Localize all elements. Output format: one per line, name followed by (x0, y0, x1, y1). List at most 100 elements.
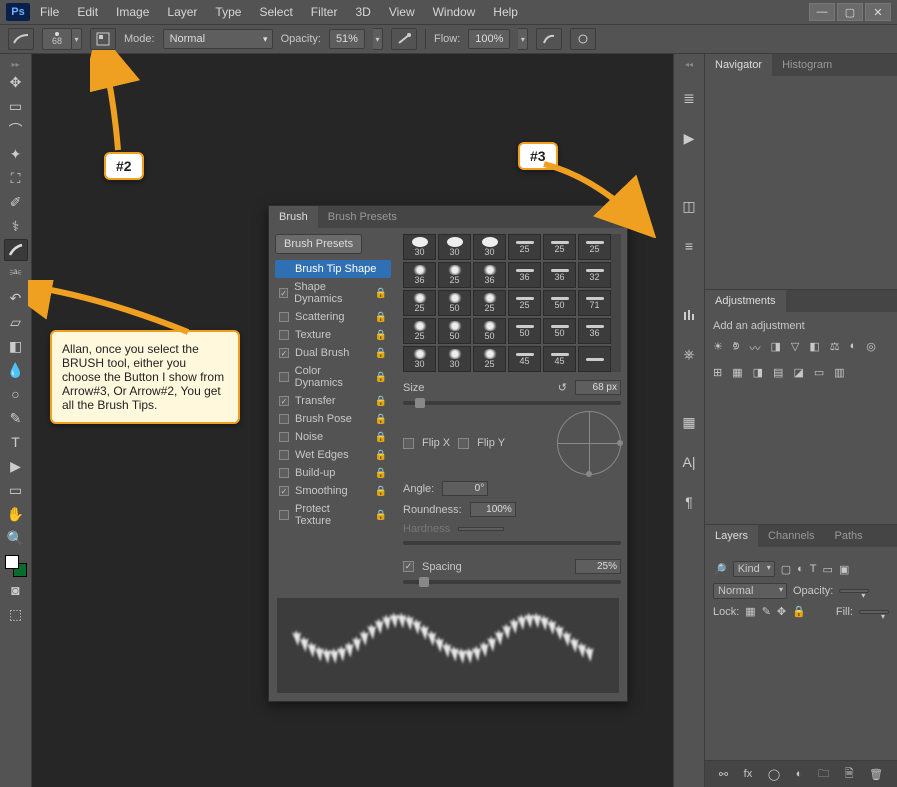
opacity-pressure-icon[interactable] (391, 28, 417, 50)
check-icon[interactable]: ✓ (279, 348, 289, 358)
screen-mode-icon[interactable]: ⬚ (4, 603, 28, 625)
posterize-icon[interactable]: ▤ (773, 366, 783, 379)
check-icon[interactable] (279, 372, 289, 382)
new-layer-icon[interactable]: 🗎 (845, 765, 854, 784)
check-icon[interactable] (279, 330, 289, 340)
brush-panel-icon[interactable] (677, 303, 701, 325)
collapse-right-icon[interactable]: ◂◂ (685, 60, 693, 69)
brush-option-scattering[interactable]: Scattering🔒 (275, 308, 391, 326)
brush-tip[interactable]: 25 (578, 234, 611, 260)
brush-tip[interactable]: 36 (403, 262, 436, 288)
healing-tool[interactable]: ⚕ (4, 215, 28, 237)
size-input[interactable]: 68 px (575, 380, 621, 395)
mode-select[interactable]: Normal (163, 29, 273, 49)
brush-preset-dropdown[interactable]: ▾ (72, 28, 82, 50)
brush-tip[interactable]: 25 (438, 262, 471, 288)
brush-option-noise[interactable]: Noise🔒 (275, 428, 391, 446)
channels-tab[interactable]: Channels (758, 525, 824, 547)
brush-tip[interactable]: 71 (578, 290, 611, 316)
brush-option-brush-pose[interactable]: Brush Pose🔒 (275, 410, 391, 428)
flipx-checkbox[interactable] (403, 438, 414, 449)
balance-icon[interactable]: ⚖ (830, 340, 840, 356)
marquee-tool[interactable]: ▭ (4, 95, 28, 117)
brush-tip[interactable]: 45 (508, 346, 541, 372)
brush-tip[interactable]: 50 (508, 318, 541, 344)
flow-dropdown[interactable]: ▾ (518, 28, 528, 50)
paragraph-icon[interactable]: ¶ (677, 491, 701, 513)
opacity-dropdown[interactable]: ▾ (373, 28, 383, 50)
eyedropper-tool[interactable]: ✐ (4, 191, 28, 213)
menu-help[interactable]: Help (493, 5, 518, 19)
check-icon[interactable] (279, 414, 289, 424)
crop-tool[interactable]: ⛶ (4, 167, 28, 189)
filter-adj-icon[interactable]: ◐ (797, 563, 804, 575)
brush-panel-toggle[interactable] (90, 28, 116, 50)
check-icon[interactable] (279, 312, 289, 322)
paths-tab[interactable]: Paths (825, 525, 873, 547)
brush-option-color-dynamics[interactable]: Color Dynamics🔒 (275, 362, 391, 392)
check-icon[interactable] (279, 510, 289, 520)
reset-size-icon[interactable]: ↺ (558, 381, 567, 394)
menu-image[interactable]: Image (116, 5, 149, 19)
layer-opacity-value[interactable] (839, 589, 869, 593)
invert-icon[interactable]: ◨ (753, 366, 763, 379)
brush-tip[interactable]: 25 (473, 346, 506, 372)
opacity-value[interactable]: 51% (329, 29, 365, 49)
roundness-input[interactable]: 100% (470, 502, 516, 517)
layers-tab[interactable]: Layers (705, 525, 758, 547)
brush-tip[interactable]: 30 (438, 346, 471, 372)
brush-option-texture[interactable]: Texture🔒 (275, 326, 391, 344)
brush-tool[interactable] (4, 239, 28, 261)
tool-preset-button[interactable] (8, 28, 34, 50)
brush-option-wet-edges[interactable]: Wet Edges🔒 (275, 446, 391, 464)
brush-tab[interactable]: Brush (269, 206, 318, 228)
menu-layer[interactable]: Layer (167, 5, 197, 19)
angle-control[interactable] (557, 411, 621, 475)
mixer-icon[interactable]: ⊞ (713, 366, 722, 379)
brush-tip[interactable]: 45 (543, 346, 576, 372)
link-icon[interactable]: ⚯ (719, 768, 728, 781)
brush-tip[interactable]: 36 (578, 318, 611, 344)
menu-edit[interactable]: Edit (77, 5, 98, 19)
lasso-tool[interactable]: ⌒ (4, 119, 28, 141)
brush-tip[interactable]: 50 (438, 290, 471, 316)
brush-tip[interactable]: 25 (508, 234, 541, 260)
navigator-tab[interactable]: Navigator (705, 54, 772, 76)
filter-pixel-icon[interactable]: ▢ (781, 563, 791, 576)
fill-adj-icon[interactable]: ◐ (796, 768, 803, 780)
fx-icon[interactable]: fx (744, 768, 753, 780)
brush-tip[interactable]: 25 (508, 290, 541, 316)
brush-tip[interactable]: 50 (543, 318, 576, 344)
brush-preset-picker[interactable]: 68 (42, 28, 72, 50)
history-icon[interactable]: ≣ (677, 87, 701, 109)
curves-icon[interactable]: 〰 (749, 340, 760, 356)
brush-tip[interactable]: 50 (438, 318, 471, 344)
history-brush-tool[interactable]: ↶ (4, 287, 28, 309)
check-icon[interactable]: ✓ (279, 288, 288, 298)
histogram-tab[interactable]: Histogram (772, 54, 842, 76)
menu-file[interactable]: File (40, 5, 59, 19)
maximize-button[interactable]: ▢ (837, 3, 863, 21)
threshold-icon[interactable]: ◪ (793, 366, 803, 379)
brush-option-build-up[interactable]: Build-up🔒 (275, 464, 391, 482)
brush-option-brush-tip-shape[interactable]: Brush Tip Shape (275, 260, 391, 278)
blur-tool[interactable]: 💧 (4, 359, 28, 381)
size-slider[interactable] (403, 401, 621, 405)
clone-source-icon[interactable]: ⎈ (677, 343, 701, 365)
menu-select[interactable]: Select (259, 5, 292, 19)
lookup-icon[interactable]: ▦ (732, 366, 742, 379)
selective-icon[interactable]: ▥ (834, 366, 844, 379)
brush-presets-button[interactable]: Brush Presets (275, 234, 362, 254)
panel-menu-icon[interactable]: ▾≡ (603, 206, 627, 228)
menu-type[interactable]: Type (215, 5, 241, 19)
brush-tip[interactable]: 25 (403, 318, 436, 344)
brush-tip[interactable]: 30 (403, 346, 436, 372)
eraser-tool[interactable]: ▱ (4, 311, 28, 333)
vibrance-icon[interactable]: ▽ (791, 340, 799, 356)
pen-tool[interactable]: ✎ (4, 407, 28, 429)
flow-value[interactable]: 100% (468, 29, 510, 49)
info-icon[interactable]: ≡ (677, 235, 701, 257)
brush-option-dual-brush[interactable]: ✓Dual Brush🔒 (275, 344, 391, 362)
quick-mask-icon[interactable]: ◙ (4, 579, 28, 601)
angle-input[interactable]: 0° (442, 481, 488, 496)
